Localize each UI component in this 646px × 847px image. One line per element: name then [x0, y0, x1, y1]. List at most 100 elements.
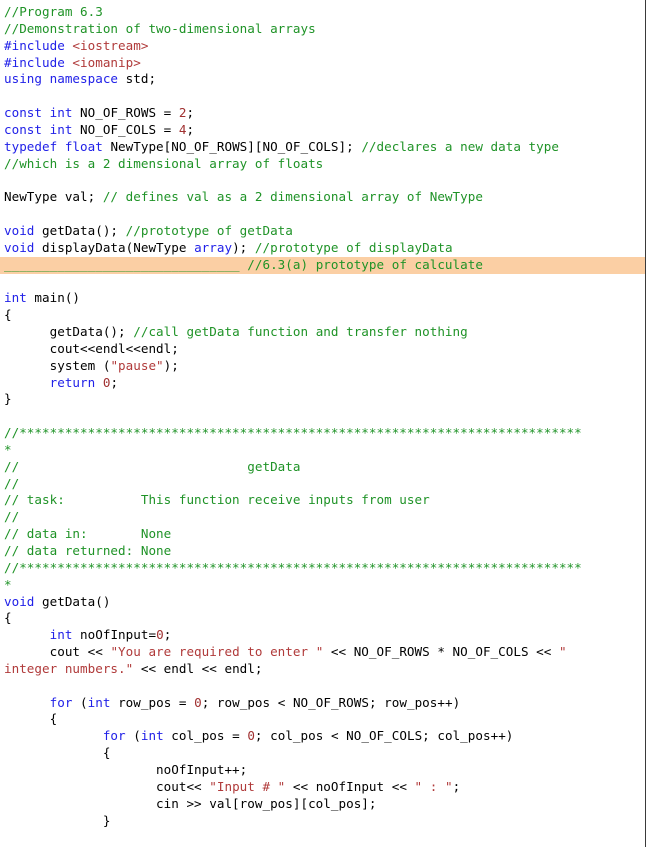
code-token: ; col_pos < NO_OF_COLS; col_pos++): [254, 728, 514, 744]
code-token: //**************************************…: [4, 559, 582, 575]
code-line[interactable]: for (int row_pos = 0; row_pos < NO_OF_RO…: [0, 695, 645, 712]
code-token: main(): [34, 290, 81, 306]
code-line[interactable]: {: [0, 711, 645, 728]
code-line[interactable]: [0, 206, 645, 223]
code-line[interactable]: [0, 172, 645, 189]
code-token: ;: [452, 778, 461, 794]
code-token: void: [4, 593, 43, 609]
code-line[interactable]: integer numbers." << endl << endl;: [0, 661, 645, 678]
code-line[interactable]: const int NO_OF_ROWS = 2;: [0, 105, 645, 122]
code-token: " : ": [414, 778, 453, 794]
code-token: NewType val;: [4, 189, 103, 205]
code-line-highlighted[interactable]: _______________________________ //6.3(a)…: [0, 256, 645, 274]
code-token: NO_OF_ROWS =: [80, 105, 179, 121]
code-line[interactable]: void displayData(NewType array); //proto…: [0, 240, 645, 257]
code-token: int: [87, 694, 119, 710]
code-token: ": [558, 644, 567, 660]
code-line[interactable]: cout << "You are required to enter " << …: [0, 644, 645, 661]
code-line[interactable]: const int NO_OF_COLS = 4;: [0, 122, 645, 139]
code-token: getData();: [42, 222, 126, 238]
code-line[interactable]: return 0;: [0, 375, 645, 392]
code-line[interactable]: }: [0, 813, 645, 830]
code-line[interactable]: //: [0, 509, 645, 526]
code-token: return: [49, 374, 103, 390]
code-line[interactable]: system ("pause");: [0, 358, 645, 375]
code-line[interactable]: *: [0, 442, 645, 459]
code-token: //6.3(a) prototype of calculate: [239, 256, 483, 272]
code-token: for: [102, 728, 134, 744]
code-line[interactable]: int noOfInput=0;: [0, 627, 645, 644]
code-line[interactable]: [0, 88, 645, 105]
code-token: for: [49, 694, 81, 710]
code-line[interactable]: void getData(); //prototype of getData: [0, 223, 645, 240]
code-token: ;: [186, 105, 195, 121]
code-token: // data returned: None: [4, 543, 172, 558]
code-line[interactable]: //Demonstration of two-dimensional array…: [0, 21, 645, 38]
code-line[interactable]: getData(); //call getData function and t…: [0, 324, 645, 341]
code-token: "You are required to enter ": [110, 644, 324, 660]
code-line[interactable]: void getData(): [0, 594, 645, 611]
code-line[interactable]: noOfInput++;: [0, 762, 645, 779]
code-token: //declares a new data type: [361, 138, 559, 154]
code-token: {: [4, 711, 58, 727]
code-token: (: [80, 694, 88, 710]
code-line[interactable]: //which is a 2 dimensional array of floa…: [0, 156, 645, 173]
code-token: "pause": [110, 357, 164, 373]
code-token: //which is a 2 dimensional array of floa…: [4, 155, 324, 171]
code-line[interactable]: //: [0, 476, 645, 493]
code-line[interactable]: // task: This function receive inputs fr…: [0, 492, 645, 509]
code-line[interactable]: //**************************************…: [0, 425, 645, 442]
code-token: 0: [156, 627, 164, 643]
code-line[interactable]: cin >> val[row_pos][col_pos];: [0, 796, 645, 813]
code-token: array: [194, 239, 233, 255]
code-token: displayData(NewType: [42, 239, 195, 255]
code-line[interactable]: cout<<endl<<endl;: [0, 341, 645, 358]
code-line[interactable]: #include <iostream>: [0, 38, 645, 55]
code-line[interactable]: [0, 678, 645, 695]
code-token: const int: [4, 121, 81, 137]
code-line[interactable]: //**************************************…: [0, 560, 645, 577]
code-token: typedef float: [4, 138, 111, 154]
code-token: // task: This function receive inputs fr…: [4, 492, 430, 508]
code-line[interactable]: #include <iomanip>: [0, 55, 645, 72]
code-line[interactable]: }: [0, 391, 645, 408]
code-token: // getData: [4, 458, 301, 474]
code-line[interactable]: // getData: [0, 459, 645, 476]
code-line[interactable]: //Program 6.3: [0, 4, 645, 21]
code-line[interactable]: using namespace std;: [0, 71, 645, 88]
code-token: ;: [186, 121, 195, 137]
code-line[interactable]: // data returned: None: [0, 543, 645, 560]
code-body[interactable]: //Program 6.3//Demonstration of two-dime…: [0, 4, 645, 829]
code-token: //call getData function and transfer not…: [133, 324, 468, 340]
code-line[interactable]: {: [0, 745, 645, 762]
code-token: }: [4, 391, 12, 407]
code-token: {: [4, 745, 111, 761]
code-line[interactable]: cout<< "Input # " << noOfInput << " : ";: [0, 779, 645, 796]
code-token: row_pos =: [118, 694, 195, 710]
code-token: getData(): [42, 593, 111, 609]
code-token: getData();: [4, 324, 134, 340]
code-line[interactable]: NewType val; // defines val as a 2 dimen…: [0, 189, 645, 206]
code-line[interactable]: [0, 274, 645, 291]
code-line[interactable]: *: [0, 577, 645, 594]
code-line[interactable]: // data in: None: [0, 526, 645, 543]
code-token: //prototype of displayData: [254, 239, 453, 255]
code-token: system (: [4, 357, 111, 373]
code-line[interactable]: [0, 408, 645, 425]
code-line[interactable]: int main(): [0, 290, 645, 307]
code-listing-pane[interactable]: //Program 6.3//Demonstration of two-dime…: [0, 0, 646, 847]
code-line[interactable]: {: [0, 610, 645, 627]
code-token: );: [232, 239, 255, 255]
code-line[interactable]: typedef float NewType[NO_OF_ROWS][NO_OF_…: [0, 139, 645, 156]
code-line[interactable]: {: [0, 307, 645, 324]
code-line[interactable]: for (int col_pos = 0; col_pos < NO_OF_CO…: [0, 728, 645, 745]
code-token: //prototype of getData: [125, 222, 293, 238]
code-token: noOfInput=: [80, 627, 157, 643]
code-token: NO_OF_COLS =: [80, 121, 179, 137]
code-token: NewType[NO_OF_ROWS][NO_OF_COLS];: [110, 138, 362, 154]
code-token: integer numbers.": [4, 660, 134, 676]
code-token: #include: [4, 54, 73, 70]
